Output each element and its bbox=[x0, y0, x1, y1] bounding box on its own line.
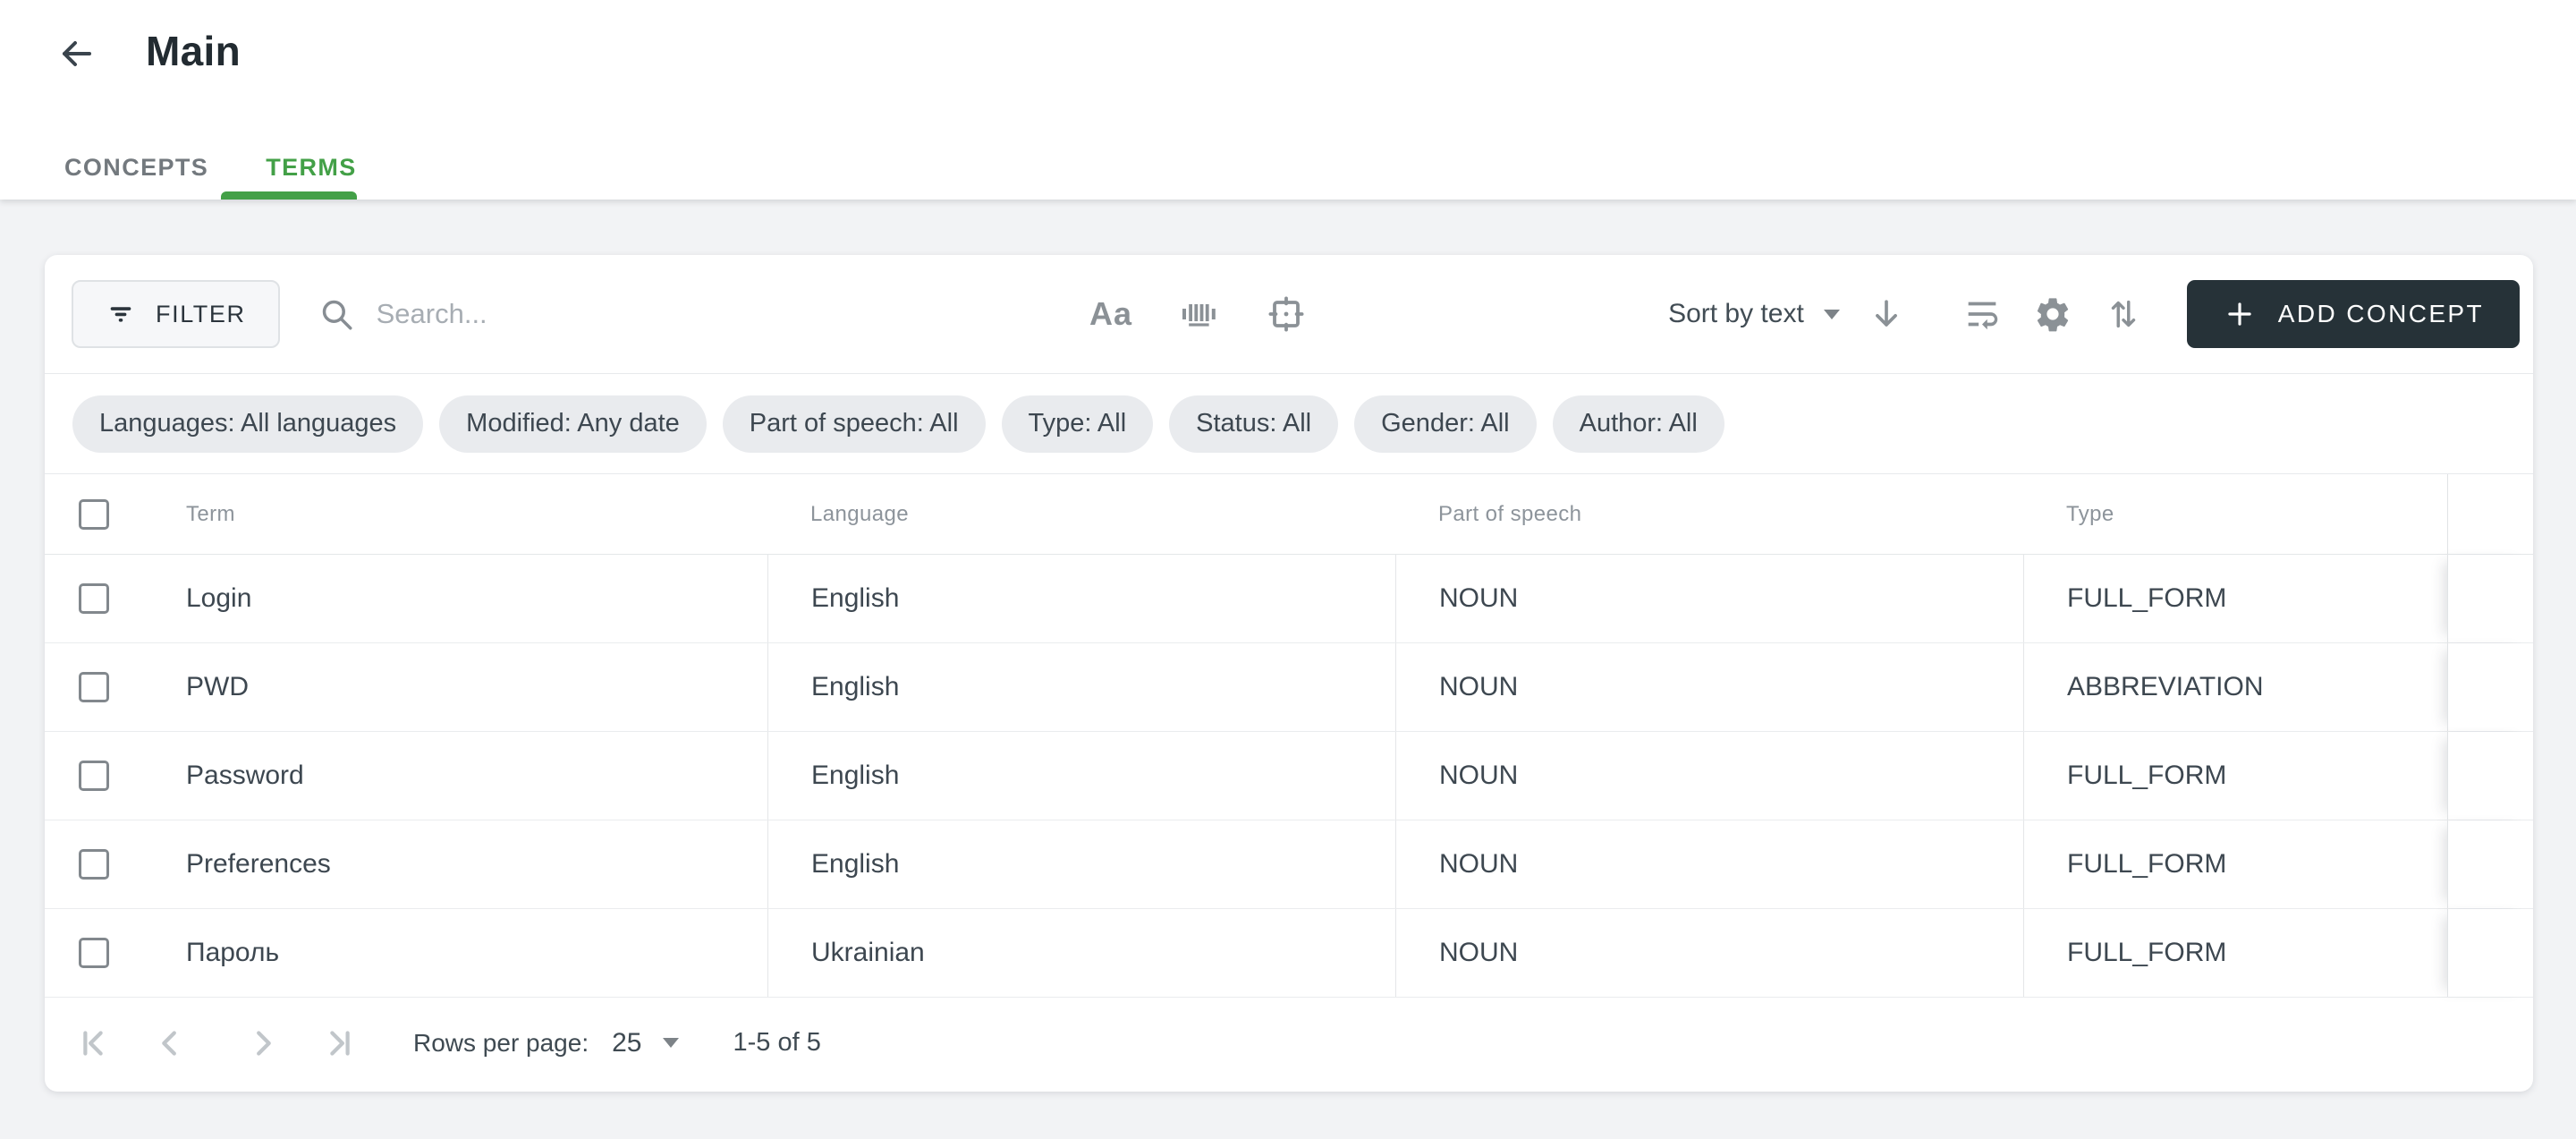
table-header-trailing-cell bbox=[2447, 474, 2533, 554]
toolbar: FILTER Aa bbox=[45, 255, 2533, 374]
rows-per-page-caret-icon[interactable] bbox=[663, 1038, 679, 1048]
row-trailing-cell bbox=[2447, 643, 2533, 731]
tab-terms[interactable]: TERMS bbox=[266, 154, 357, 182]
cell-language: English bbox=[767, 643, 1395, 731]
chevron-right-icon bbox=[242, 1023, 284, 1064]
filter-lines-icon bbox=[106, 299, 136, 329]
cell-part-of-speech: NOUN bbox=[1395, 643, 2023, 731]
cell-part-of-speech: NOUN bbox=[1395, 732, 2023, 820]
plus-icon bbox=[2223, 297, 2257, 331]
cell-language: English bbox=[767, 555, 1395, 642]
chip-part-of-speech[interactable]: Part of speech: All bbox=[723, 395, 986, 453]
cell-language: English bbox=[767, 732, 1395, 820]
match-case-button[interactable]: Aa bbox=[1089, 295, 1132, 333]
barcode-search-button[interactable] bbox=[1177, 293, 1220, 336]
row-trailing-cell bbox=[2447, 909, 2533, 997]
cell-language: Ukrainian bbox=[767, 909, 1395, 997]
table-header: Term Language Part of speech Type bbox=[45, 474, 2533, 555]
column-header-type: Type bbox=[2023, 474, 2447, 554]
cell-part-of-speech: NOUN bbox=[1395, 909, 2023, 997]
sort-direction-button[interactable] bbox=[1867, 294, 1906, 334]
chevron-left-icon bbox=[149, 1023, 191, 1064]
last-page-icon bbox=[319, 1023, 360, 1064]
tab-bar: CONCEPTS TERMS bbox=[64, 154, 357, 182]
import-export-button[interactable] bbox=[2103, 293, 2144, 335]
pagination-bar: Rows per page: 25 1-5 of 5 bbox=[45, 998, 2533, 1088]
cell-language: English bbox=[767, 820, 1395, 908]
match-case-icon: Aa bbox=[1089, 295, 1132, 333]
scan-frame-button[interactable] bbox=[1265, 293, 1308, 336]
arrow-left-icon bbox=[55, 32, 98, 80]
cell-term: Login bbox=[143, 555, 767, 642]
search-input[interactable] bbox=[377, 298, 1003, 330]
previous-page-button[interactable] bbox=[148, 1022, 191, 1065]
wrap-text-button[interactable] bbox=[1962, 293, 2003, 335]
table-row[interactable]: Login English NOUN FULL_FORM bbox=[45, 555, 2533, 643]
first-page-button[interactable] bbox=[72, 1022, 114, 1065]
next-page-button[interactable] bbox=[242, 1022, 284, 1065]
arrow-down-icon bbox=[1867, 294, 1906, 334]
content-area: FILTER Aa bbox=[0, 200, 2576, 1139]
active-tab-indicator bbox=[221, 191, 357, 200]
table-row[interactable]: Password English NOUN FULL_FORM bbox=[45, 732, 2533, 820]
cell-term: Password bbox=[143, 732, 767, 820]
chip-status[interactable]: Status: All bbox=[1169, 395, 1338, 453]
cell-part-of-speech: NOUN bbox=[1395, 820, 2023, 908]
filter-button[interactable]: FILTER bbox=[72, 280, 280, 348]
settings-button[interactable] bbox=[2033, 294, 2072, 334]
cell-term: PWD bbox=[143, 643, 767, 731]
chip-type[interactable]: Type: All bbox=[1002, 395, 1154, 453]
chip-author[interactable]: Author: All bbox=[1553, 395, 1724, 453]
column-header-part-of-speech: Part of speech bbox=[1395, 474, 2023, 554]
search-icon bbox=[318, 295, 355, 333]
add-concept-button[interactable]: ADD CONCEPT bbox=[2187, 280, 2520, 348]
first-page-icon bbox=[72, 1023, 114, 1064]
table-row[interactable]: Preferences English NOUN FULL_FORM bbox=[45, 820, 2533, 909]
table-row[interactable]: PWD English NOUN ABBREVIATION bbox=[45, 643, 2533, 732]
sort-caret-icon[interactable] bbox=[1824, 310, 1840, 319]
cell-type: FULL_FORM bbox=[2023, 732, 2447, 820]
filter-button-label: FILTER bbox=[156, 301, 246, 328]
rows-per-page-label: Rows per page: bbox=[413, 1029, 589, 1058]
row-checkbox[interactable] bbox=[79, 761, 109, 791]
row-trailing-cell bbox=[2447, 732, 2533, 820]
cell-type: FULL_FORM bbox=[2023, 909, 2447, 997]
wrap-text-icon bbox=[1962, 293, 2003, 335]
row-checkbox[interactable] bbox=[79, 938, 109, 968]
chip-modified[interactable]: Modified: Any date bbox=[439, 395, 707, 453]
gear-icon bbox=[2033, 294, 2072, 334]
page-header: Main CONCEPTS TERMS bbox=[0, 0, 2576, 200]
row-trailing-cell bbox=[2447, 820, 2533, 908]
column-header-term: Term bbox=[143, 474, 767, 554]
terms-card: FILTER Aa bbox=[45, 255, 2533, 1092]
cell-type: FULL_FORM bbox=[2023, 820, 2447, 908]
select-all-checkbox[interactable] bbox=[79, 499, 109, 530]
filter-chip-row: Languages: All languages Modified: Any d… bbox=[45, 374, 2533, 474]
cell-term: Preferences bbox=[143, 820, 767, 908]
row-checkbox[interactable] bbox=[79, 583, 109, 614]
page-title: Main bbox=[146, 27, 241, 75]
search-box bbox=[318, 295, 1003, 333]
tab-concepts[interactable]: CONCEPTS bbox=[64, 154, 208, 182]
chip-gender[interactable]: Gender: All bbox=[1354, 395, 1536, 453]
add-concept-label: ADD CONCEPT bbox=[2278, 300, 2484, 328]
row-trailing-cell bbox=[2447, 555, 2533, 642]
pagination-range: 1-5 of 5 bbox=[733, 1028, 820, 1058]
barcode-icon bbox=[1177, 293, 1220, 336]
sort-by-select[interactable]: Sort by text bbox=[1668, 299, 1804, 329]
cell-part-of-speech: NOUN bbox=[1395, 555, 2023, 642]
swap-vert-icon bbox=[2103, 293, 2144, 335]
last-page-button[interactable] bbox=[318, 1022, 361, 1065]
rows-per-page-select[interactable]: 25 bbox=[612, 1028, 641, 1058]
row-checkbox[interactable] bbox=[79, 849, 109, 880]
cell-type: FULL_FORM bbox=[2023, 555, 2447, 642]
cell-term: Пароль bbox=[143, 909, 767, 997]
row-checkbox[interactable] bbox=[79, 672, 109, 702]
chip-languages[interactable]: Languages: All languages bbox=[72, 395, 423, 453]
table-row[interactable]: Пароль Ukrainian NOUN FULL_FORM bbox=[45, 909, 2533, 998]
scan-frame-icon bbox=[1265, 293, 1308, 336]
cell-type: ABBREVIATION bbox=[2023, 643, 2447, 731]
back-button[interactable] bbox=[52, 30, 102, 81]
column-header-language: Language bbox=[767, 474, 1395, 554]
